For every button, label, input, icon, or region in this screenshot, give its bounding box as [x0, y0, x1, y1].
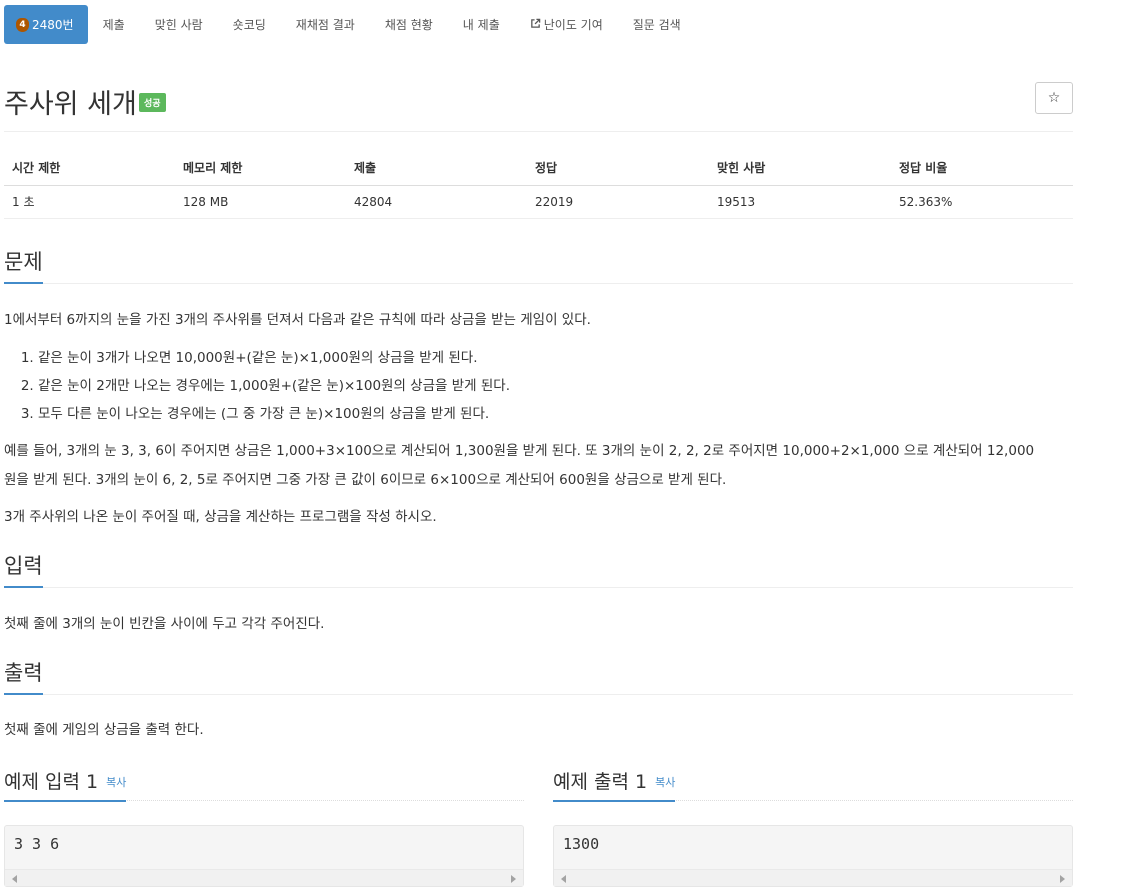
- horizontal-scrollbar[interactable]: [554, 869, 1072, 886]
- scroll-right-icon[interactable]: [511, 875, 516, 883]
- scroll-left-icon[interactable]: [561, 875, 566, 883]
- tab-my-submissions[interactable]: 내 제출: [448, 5, 515, 44]
- header-time-limit: 시간 제한: [4, 150, 175, 186]
- sample-output-code: 1300: [563, 835, 600, 853]
- tab-submit[interactable]: 제출: [88, 5, 140, 44]
- tab-short-coding[interactable]: 숏코딩: [218, 5, 281, 44]
- list-item: 같은 눈이 2개만 나오는 경우에는 1,000원+(같은 눈)×100원의 상…: [38, 372, 510, 400]
- scroll-left-icon[interactable]: [12, 875, 17, 883]
- tab-rejudge-results[interactable]: 재채점 결과: [281, 5, 370, 44]
- input-title: 입력: [4, 550, 43, 588]
- rules-list: 같은 눈이 3개가 나오면 10,000원+(같은 눈)×1,000원의 상금을…: [4, 344, 510, 428]
- header-solved-users: 맞힌 사람: [709, 150, 891, 186]
- tier-icon: 4: [16, 17, 29, 32]
- time-limit-value: 1 초: [4, 185, 175, 219]
- tab-difficulty-label: 난이도 기여: [543, 18, 603, 32]
- sample-input-title: 예제 입력 1 복사: [4, 767, 127, 802]
- tab-judge-status[interactable]: 채점 현황: [370, 5, 448, 44]
- tab-problem-label: 2480번: [32, 18, 74, 32]
- external-link-icon: [530, 18, 541, 32]
- description-section-header: 문제: [4, 246, 1073, 284]
- status-badge: 성공: [139, 93, 166, 112]
- solved-users-value: 19513: [709, 185, 891, 219]
- header-memory-limit: 메모리 제한: [175, 150, 346, 186]
- header-submissions: 제출: [346, 150, 527, 186]
- sample-output-title: 예제 출력 1 복사: [553, 767, 676, 802]
- accepted-value: 22019: [527, 185, 709, 219]
- copy-sample-output-link[interactable]: 복사: [655, 776, 675, 789]
- tab-solved-users[interactable]: 맞힌 사람: [140, 5, 218, 44]
- problem-title: 주사위 세개: [4, 89, 137, 120]
- header-accept-ratio: 정답 비율: [891, 150, 1073, 186]
- table-header-row: 시간 제한 메모리 제한 제출 정답 맞힌 사람 정답 비율: [4, 150, 1073, 186]
- tab-difficulty-contribution[interactable]: 난이도 기여: [515, 5, 618, 44]
- sample-output-header: 예제 출력 1 복사: [553, 767, 1073, 802]
- sample-output-title-text: 예제 출력 1: [553, 771, 648, 793]
- tab-question-search[interactable]: 질문 검색: [618, 5, 696, 44]
- submissions-value: 42804: [346, 185, 527, 219]
- list-item: 모두 다른 눈이 나오는 경우에는 (그 중 가장 큰 눈)×100원의 상금을…: [38, 400, 510, 428]
- description-example-line1: 예를 들어, 3개의 눈 3, 3, 6이 주어지면 상금은 1,000+3×1…: [4, 443, 1035, 459]
- description-example-line2: 원을 받게 된다. 3개의 눈이 6, 2, 5로 주어지면 그중 가장 큰 값…: [4, 472, 727, 488]
- description-task: 3개 주사위의 나온 눈이 주어질 때, 상금을 계산하는 프로그램을 작성 하…: [4, 509, 437, 525]
- memory-limit-value: 128 MB: [175, 185, 346, 219]
- star-icon: ☆: [1047, 90, 1061, 106]
- scroll-right-icon[interactable]: [1060, 875, 1065, 883]
- tab-problem[interactable]: 4 2480번: [4, 5, 88, 44]
- output-section-header: 출력: [4, 657, 1073, 695]
- input-section-header: 입력: [4, 550, 1073, 588]
- header-accepted: 정답: [527, 150, 709, 186]
- description-title: 문제: [4, 246, 43, 284]
- problem-info-table: 시간 제한 메모리 제한 제출 정답 맞힌 사람 정답 비율 1 초 128 M…: [4, 150, 1073, 219]
- problem-header: 주사위 세개 성공 ☆: [4, 80, 1073, 132]
- sample-input-code: 3 3 6: [14, 835, 60, 853]
- sample-input-box[interactable]: 3 3 6: [4, 825, 524, 887]
- sample-input-title-text: 예제 입력 1: [4, 771, 99, 793]
- problem-menu: 4 2480번 제출 맞힌 사람 숏코딩 재채점 결과 채점 현황 내 제출 난…: [4, 5, 696, 44]
- favorite-button[interactable]: ☆: [1035, 82, 1073, 114]
- output-title: 출력: [4, 657, 43, 695]
- list-item: 같은 눈이 3개가 나오면 10,000원+(같은 눈)×1,000원의 상금을…: [38, 344, 510, 372]
- sample-output-box[interactable]: 1300: [553, 825, 1073, 887]
- output-description: 첫째 줄에 게임의 상금을 출력 한다.: [4, 722, 204, 738]
- copy-sample-input-link[interactable]: 복사: [106, 776, 126, 789]
- input-description: 첫째 줄에 3개의 눈이 빈칸을 사이에 두고 각각 주어진다.: [4, 616, 325, 632]
- table-row: 1 초 128 MB 42804 22019 19513 52.363%: [4, 185, 1073, 219]
- accept-ratio-value: 52.363%: [891, 185, 1073, 219]
- sample-input-header: 예제 입력 1 복사: [4, 767, 524, 802]
- horizontal-scrollbar[interactable]: [5, 869, 523, 886]
- description-intro: 1에서부터 6까지의 눈을 가진 3개의 주사위를 던져서 다음과 같은 규칙에…: [4, 312, 591, 328]
